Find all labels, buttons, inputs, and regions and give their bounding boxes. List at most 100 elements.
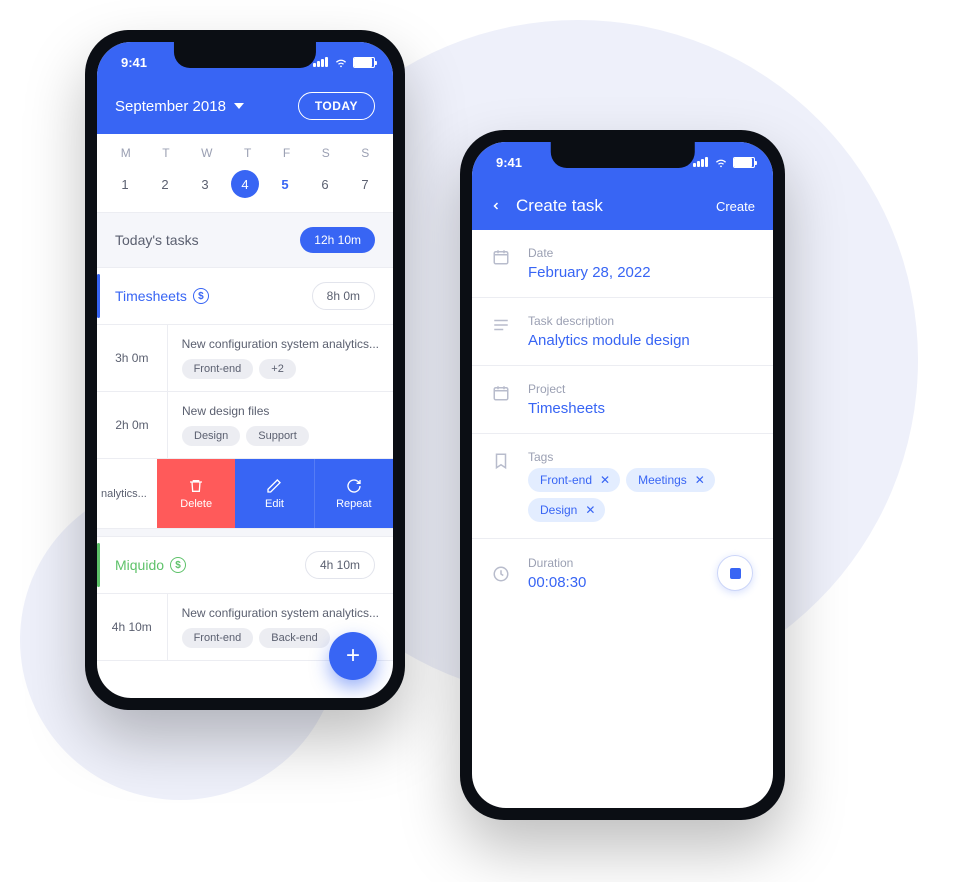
tag-chip: Back-end bbox=[259, 628, 329, 648]
task-time: 3h 0m bbox=[97, 325, 167, 391]
tags-label: Tags bbox=[528, 450, 753, 464]
task-row[interactable]: 3h 0m New configuration system analytics… bbox=[97, 325, 393, 392]
dollar-icon: $ bbox=[193, 288, 209, 304]
weekday: T bbox=[244, 146, 251, 160]
signal-icon bbox=[693, 157, 709, 167]
edit-button[interactable]: Edit bbox=[235, 459, 313, 528]
weekday: S bbox=[361, 146, 369, 160]
chevron-down-icon bbox=[234, 103, 244, 109]
project-name: Miquido bbox=[115, 557, 164, 573]
description-field[interactable]: Task description Analytics module design bbox=[472, 298, 773, 366]
tag-chip[interactable]: Meetings ✕ bbox=[626, 468, 715, 492]
day-selected[interactable]: 4 bbox=[231, 170, 259, 198]
tag-chip[interactable]: Design ✕ bbox=[528, 498, 605, 522]
date-label: Date bbox=[528, 246, 753, 260]
create-button[interactable]: Create bbox=[716, 199, 755, 214]
todays-tasks-header: Today's tasks 12h 10m bbox=[97, 212, 393, 268]
project-row-miquido[interactable]: Miquido $ 4h 10m bbox=[97, 537, 393, 594]
stop-icon bbox=[730, 568, 741, 579]
date-value: February 28, 2022 bbox=[528, 264, 753, 281]
today-button[interactable]: TODAY bbox=[298, 92, 375, 120]
stop-timer-button[interactable] bbox=[717, 555, 753, 591]
clock-icon bbox=[492, 565, 512, 583]
task-title: New configuration system analytics... bbox=[182, 337, 379, 351]
days-row: 1 2 3 4 5 6 7 bbox=[97, 166, 393, 212]
task-time: 4h 10m bbox=[97, 594, 167, 660]
description-label: Task description bbox=[528, 314, 753, 328]
weekday: T bbox=[162, 146, 169, 160]
repeat-icon bbox=[346, 478, 362, 494]
text-icon bbox=[492, 316, 512, 349]
project-field[interactable]: Project Timesheets bbox=[472, 366, 773, 434]
tag-chip: Support bbox=[246, 426, 309, 446]
phone-timesheet: 9:41 September 2018 TODAY M T W T F bbox=[85, 30, 405, 710]
delete-button[interactable]: Delete bbox=[157, 459, 235, 528]
day[interactable]: 7 bbox=[351, 170, 379, 198]
add-task-fab[interactable]: + bbox=[329, 632, 377, 680]
calendar-icon bbox=[492, 248, 512, 281]
task-title: New configuration system analytics... bbox=[182, 606, 379, 620]
pencil-icon bbox=[266, 478, 282, 494]
weekday: S bbox=[322, 146, 330, 160]
weekday-row: M T W T F S S bbox=[97, 134, 393, 166]
swipe-peek: nalytics... bbox=[97, 459, 157, 528]
phone-create-task: 9:41 Create task Create bbox=[460, 130, 785, 820]
repeat-button[interactable]: Repeat bbox=[314, 459, 393, 528]
day-today[interactable]: 5 bbox=[271, 170, 299, 198]
date-field[interactable]: Date February 28, 2022 bbox=[472, 230, 773, 298]
task-time: 2h 0m bbox=[97, 392, 167, 458]
duration-field: Duration 00:08:30 bbox=[472, 539, 773, 607]
task-row[interactable]: 2h 0m New design files Design Support bbox=[97, 392, 393, 459]
swipe-actions-row: nalytics... Delete Edit Repeat bbox=[97, 459, 393, 529]
close-icon[interactable]: ✕ bbox=[600, 473, 610, 487]
status-time: 9:41 bbox=[121, 55, 147, 70]
battery-icon bbox=[353, 57, 375, 68]
calendar-icon bbox=[492, 384, 512, 417]
weekday: W bbox=[201, 146, 212, 160]
project-value: Timesheets bbox=[528, 400, 753, 417]
duration-label: Duration bbox=[528, 556, 701, 570]
tag-chip[interactable]: Front-end ✕ bbox=[528, 468, 620, 492]
delete-label: Delete bbox=[180, 498, 212, 510]
close-icon[interactable]: ✕ bbox=[695, 473, 705, 487]
tag-text: Front-end bbox=[540, 473, 592, 487]
accent-bar bbox=[97, 274, 100, 319]
day[interactable]: 3 bbox=[191, 170, 219, 198]
task-title: New design files bbox=[182, 404, 379, 418]
project-label: Project bbox=[528, 382, 753, 396]
repeat-label: Repeat bbox=[336, 498, 371, 510]
status-time: 9:41 bbox=[496, 155, 522, 170]
day[interactable]: 6 bbox=[311, 170, 339, 198]
chevron-left-icon bbox=[490, 197, 502, 215]
tag-text: Meetings bbox=[638, 473, 687, 487]
header: September 2018 TODAY bbox=[97, 82, 393, 134]
day[interactable]: 1 bbox=[111, 170, 139, 198]
month-selector[interactable]: September 2018 bbox=[115, 98, 244, 115]
close-icon[interactable]: ✕ bbox=[585, 503, 595, 517]
description-value: Analytics module design bbox=[528, 332, 753, 349]
page-title: Create task bbox=[516, 196, 603, 216]
day[interactable]: 2 bbox=[151, 170, 179, 198]
weekday: M bbox=[121, 146, 131, 160]
plus-icon: + bbox=[346, 642, 360, 670]
battery-icon bbox=[733, 157, 755, 168]
tag-text: Design bbox=[540, 503, 577, 517]
todays-tasks-label: Today's tasks bbox=[115, 232, 199, 248]
bookmark-icon bbox=[492, 452, 512, 522]
total-duration-pill: 12h 10m bbox=[300, 227, 375, 253]
project-row-timesheets[interactable]: Timesheets $ 8h 0m bbox=[97, 268, 393, 325]
tag-chip-more: +2 bbox=[259, 359, 296, 379]
tag-chip: Design bbox=[182, 426, 240, 446]
accent-bar bbox=[97, 543, 100, 588]
back-button[interactable] bbox=[490, 197, 502, 215]
month-label: September 2018 bbox=[115, 98, 226, 115]
tags-field[interactable]: Tags Front-end ✕ Meetings ✕ Design ✕ bbox=[472, 434, 773, 539]
wifi-icon bbox=[334, 55, 348, 69]
project-duration: 8h 0m bbox=[312, 282, 375, 310]
tag-chip: Front-end bbox=[182, 628, 254, 648]
signal-icon bbox=[313, 57, 329, 67]
trash-icon bbox=[188, 478, 204, 494]
wifi-icon bbox=[714, 155, 728, 169]
weekday: F bbox=[283, 146, 290, 160]
create-task-header: Create task Create bbox=[472, 182, 773, 230]
